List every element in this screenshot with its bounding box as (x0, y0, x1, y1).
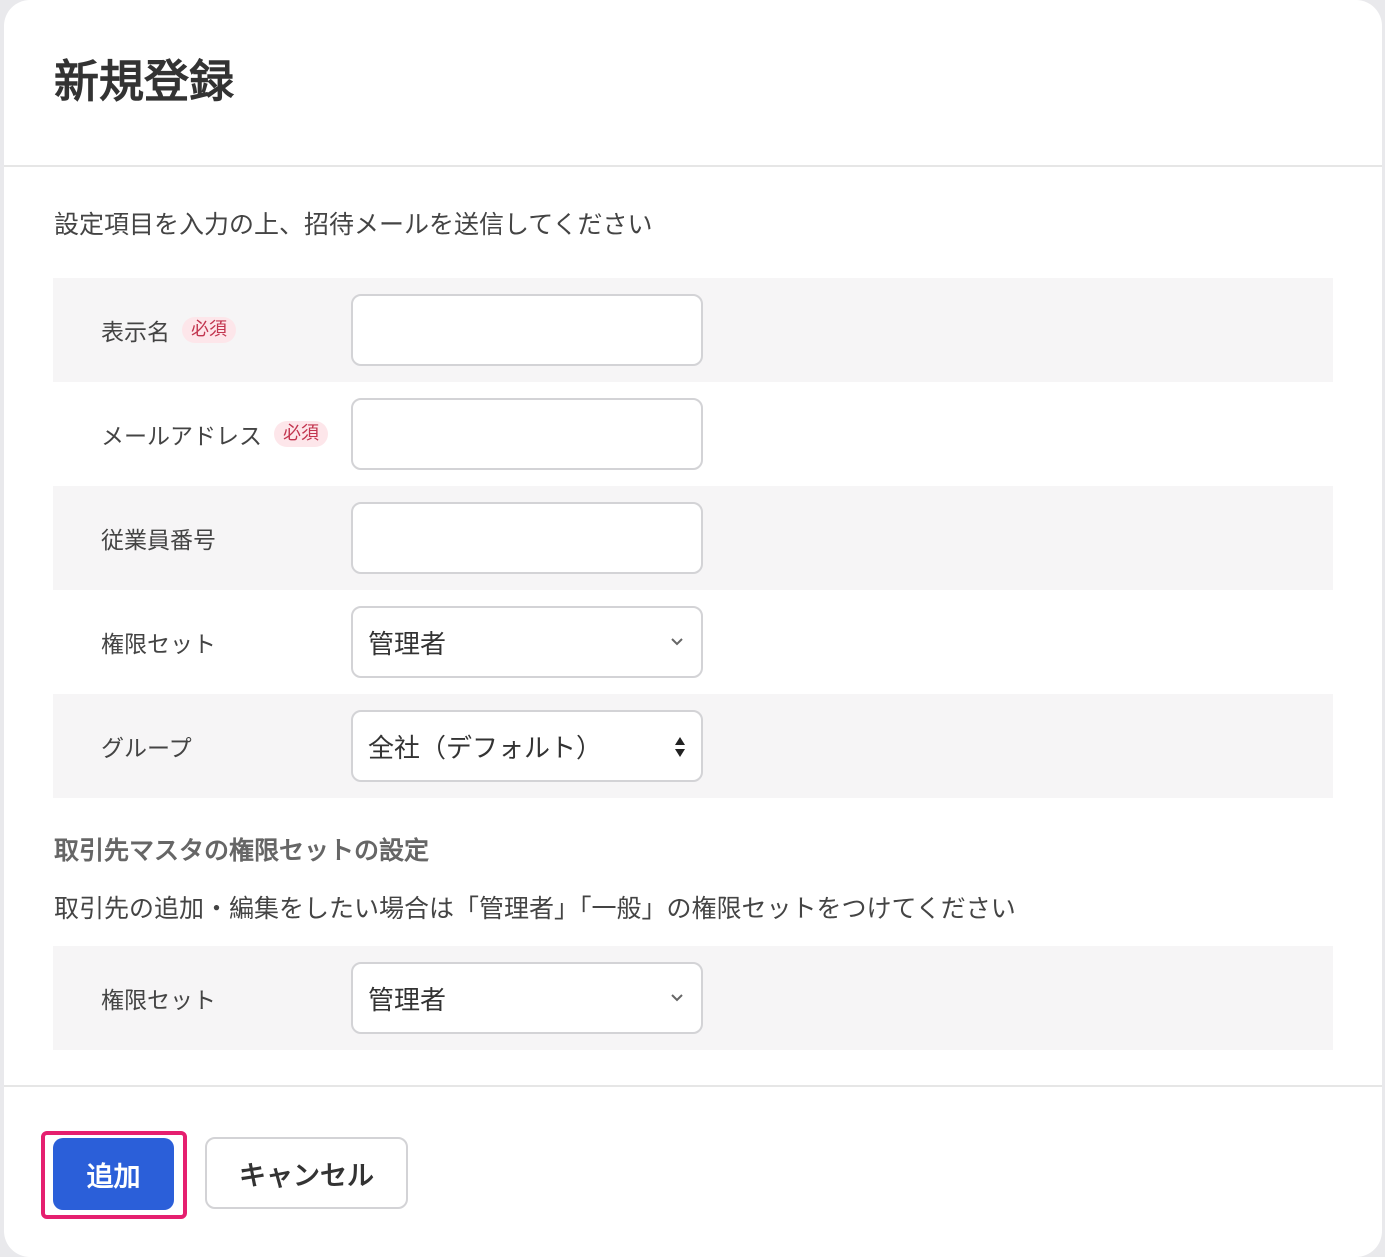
permission-set-label-group: 権限セット (101, 625, 216, 659)
new-registration-dialog: 新規登録 設定項目を入力の上、招待メールを送信してください 表示名 必須 メール… (4, 0, 1382, 1257)
dialog-header: 新規登録 (4, 0, 1382, 167)
dialog-footer: 追加 キャンセル (4, 1085, 1382, 1257)
partner-permission-set-label: 権限セット (101, 988, 216, 1014)
required-badge: 必須 (274, 421, 328, 447)
email-label: メールアドレス (101, 424, 262, 450)
display-name-label-group: 表示名 必須 (101, 313, 236, 347)
partner-permission-set-label-group: 権限セット (101, 981, 216, 1015)
partner-section-description: 取引先の追加・編集をしたい場合は「管理者」「一般」の権限セットをつけてください (54, 894, 1016, 923)
chevron-down-icon (671, 994, 683, 1002)
intro-text: 設定項目を入力の上、招待メールを送信してください (54, 210, 653, 239)
partner-permission-set-selected: 管理者 (368, 985, 447, 1016)
up-down-arrow-icon (675, 737, 685, 757)
employee-number-input[interactable] (351, 502, 703, 574)
partner-section-title: 取引先マスタの権限セットの設定 (54, 836, 430, 865)
group-select[interactable]: 全社（デフォルト） (351, 710, 703, 782)
display-name-label: 表示名 (101, 320, 170, 346)
email-input[interactable] (351, 398, 703, 470)
permission-set-select[interactable]: 管理者 (351, 606, 703, 678)
group-label-group: グループ (101, 729, 192, 763)
permission-set-row: 権限セット 管理者 (53, 590, 1333, 694)
display-name-input[interactable] (351, 294, 703, 366)
cancel-button[interactable]: キャンセル (205, 1137, 408, 1209)
employee-number-label-group: 従業員番号 (101, 521, 216, 555)
email-row: メールアドレス 必須 (53, 382, 1333, 486)
group-label: グループ (101, 736, 192, 762)
permission-set-selected: 管理者 (368, 629, 447, 660)
partner-permission-set-row: 権限セット 管理者 (53, 946, 1333, 1050)
employee-number-label: 従業員番号 (101, 528, 216, 554)
permission-set-label: 権限セット (101, 632, 216, 658)
partner-permission-form: 権限セット 管理者 (53, 946, 1333, 1050)
employee-number-row: 従業員番号 (53, 486, 1333, 590)
required-badge: 必須 (182, 317, 236, 343)
add-button[interactable]: 追加 (53, 1138, 174, 1210)
email-label-group: メールアドレス 必須 (101, 417, 328, 451)
group-selected: 全社（デフォルト） (368, 733, 603, 764)
display-name-row: 表示名 必須 (53, 278, 1333, 382)
user-settings-form: 表示名 必須 メールアドレス 必須 従業員番号 権限セット 管理者 グループ 全… (53, 278, 1333, 798)
dialog-title: 新規登録 (54, 55, 235, 108)
partner-permission-set-select[interactable]: 管理者 (351, 962, 703, 1034)
chevron-down-icon (671, 638, 683, 646)
group-row: グループ 全社（デフォルト） (53, 694, 1333, 798)
